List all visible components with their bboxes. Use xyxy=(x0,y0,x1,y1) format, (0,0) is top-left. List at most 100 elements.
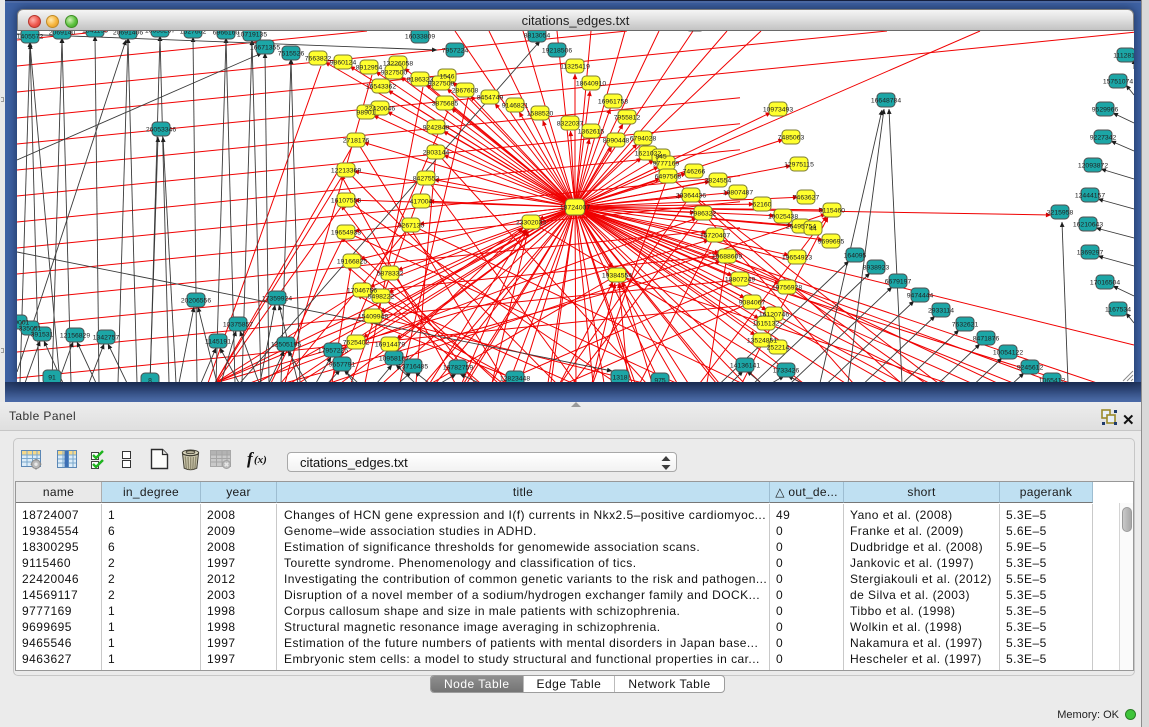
svg-text:16120746: 16120746 xyxy=(759,312,789,319)
svg-text:5878332: 5878332 xyxy=(377,271,404,278)
svg-text:(x): (x) xyxy=(254,454,267,466)
svg-text:7485063: 7485063 xyxy=(778,135,805,142)
svg-text:8471876: 8471876 xyxy=(973,336,1000,343)
svg-text:1615132: 1615132 xyxy=(753,321,780,328)
svg-text:10688609: 10688609 xyxy=(712,254,742,261)
svg-text:8: 8 xyxy=(148,378,152,383)
svg-text:62160: 62160 xyxy=(753,202,772,209)
svg-text:6966160: 6966160 xyxy=(213,31,240,37)
svg-text:8454749: 8454749 xyxy=(477,95,504,102)
svg-text:20691406: 20691406 xyxy=(113,31,143,37)
svg-text:1112815: 1112815 xyxy=(1113,53,1134,60)
svg-text:18807249: 18807249 xyxy=(725,277,755,284)
svg-text:10375857: 10375857 xyxy=(223,322,253,329)
svg-text:17957225: 17957225 xyxy=(318,348,348,355)
svg-text:1733426: 1733426 xyxy=(773,368,800,375)
svg-text:16782759: 16782759 xyxy=(443,365,473,372)
svg-text:975: 975 xyxy=(654,378,666,383)
svg-text:19756928: 19756928 xyxy=(772,285,802,292)
svg-text:1167534: 1167534 xyxy=(1105,307,1131,314)
svg-text:9242848: 9242848 xyxy=(423,125,450,132)
svg-text:9245612: 9245612 xyxy=(1017,365,1044,372)
svg-text:13524851: 13524851 xyxy=(747,338,777,345)
svg-text:44: 44 xyxy=(809,226,817,233)
svg-text:17359924: 17359924 xyxy=(262,296,292,303)
svg-text:12093872: 12093872 xyxy=(1078,163,1108,170)
svg-text:1527602: 1527602 xyxy=(180,31,207,36)
svg-text:16033809: 16033809 xyxy=(405,34,435,41)
svg-text:391531: 391531 xyxy=(31,332,54,339)
svg-text:18724007: 18724007 xyxy=(560,205,590,212)
svg-text:8427552: 8427552 xyxy=(413,176,440,183)
svg-text:10719135: 10719135 xyxy=(237,32,267,39)
svg-text:746266: 746266 xyxy=(683,169,706,176)
svg-text:1405572: 1405572 xyxy=(17,34,43,41)
svg-text:9227342: 9227342 xyxy=(1090,135,1117,142)
svg-text:164095: 164095 xyxy=(844,253,867,260)
svg-text:16210643: 16210643 xyxy=(1073,222,1103,229)
svg-text:417004: 417004 xyxy=(410,199,433,206)
svg-text:8912954: 8912954 xyxy=(356,65,383,72)
svg-text:16914479: 16914479 xyxy=(375,342,405,349)
svg-text:13226058: 13226058 xyxy=(383,61,413,68)
svg-text:6794028: 6794028 xyxy=(630,136,657,143)
svg-text:8990448: 8990448 xyxy=(603,138,630,145)
svg-text:12156829: 12156829 xyxy=(60,333,90,340)
svg-text:845: 845 xyxy=(655,154,667,161)
svg-text:7463627: 7463627 xyxy=(793,195,820,202)
svg-text:3215958: 3215958 xyxy=(1047,210,1074,217)
svg-text:9474444: 9474444 xyxy=(907,293,934,300)
svg-text:16961758: 16961758 xyxy=(598,99,628,106)
svg-text:91: 91 xyxy=(48,375,56,382)
svg-text:16543362: 16543362 xyxy=(366,84,396,91)
svg-text:9777169: 9777169 xyxy=(653,161,680,168)
svg-text:19384554: 19384554 xyxy=(602,273,632,280)
svg-text:6497568: 6497568 xyxy=(655,174,682,181)
svg-text:12975115: 12975115 xyxy=(784,162,814,169)
svg-text:7515526: 7515526 xyxy=(278,51,305,58)
svg-text:5498222: 5498222 xyxy=(368,294,395,301)
svg-text:9115460: 9115460 xyxy=(819,208,845,215)
svg-text:2069140: 2069140 xyxy=(49,31,76,37)
svg-text:7625402: 7625402 xyxy=(343,340,370,347)
svg-text:10973493: 10973493 xyxy=(763,107,793,114)
svg-text:252214: 252214 xyxy=(767,345,790,352)
svg-text:7955812: 7955812 xyxy=(614,115,641,122)
svg-text:2933114: 2933114 xyxy=(928,308,954,315)
svg-text:23302033: 23302033 xyxy=(516,220,546,227)
svg-text:12505195: 12505195 xyxy=(271,342,301,349)
svg-text:20364436: 20364436 xyxy=(676,193,706,200)
svg-text:13716485: 13716485 xyxy=(398,364,428,371)
svg-text:3824554: 3824554 xyxy=(705,178,732,185)
svg-text:1841193: 1841193 xyxy=(82,31,108,35)
svg-text:7986322: 7986322 xyxy=(690,211,717,218)
svg-text:1342757: 1342757 xyxy=(93,335,120,342)
svg-text:16107553: 16107553 xyxy=(331,198,361,205)
svg-text:9084067: 9084067 xyxy=(739,300,766,307)
svg-text:18640910: 18640910 xyxy=(576,81,606,88)
svg-text:19654923: 19654923 xyxy=(782,255,812,262)
svg-text:10807487: 10807487 xyxy=(723,190,753,197)
svg-text:8813054: 8813054 xyxy=(524,33,551,40)
svg-text:19166825: 19166825 xyxy=(337,259,367,266)
svg-text:1588520: 1588520 xyxy=(527,111,554,118)
svg-text:9529966: 9529966 xyxy=(1092,107,1119,114)
svg-text:7632621: 7632621 xyxy=(952,322,979,329)
svg-text:15751074: 15751074 xyxy=(1103,79,1133,86)
svg-text:1318: 1318 xyxy=(612,375,627,382)
svg-text:26053346: 26053346 xyxy=(146,127,176,134)
svg-text:2718176: 2718176 xyxy=(343,138,370,145)
svg-text:2867608: 2867608 xyxy=(452,88,479,95)
svg-text:98901: 98901 xyxy=(357,110,376,117)
svg-text:11325419: 11325419 xyxy=(560,64,590,71)
svg-text:8322037: 8322037 xyxy=(557,121,584,128)
svg-text:9699695: 9699695 xyxy=(818,239,845,246)
svg-text:6679197: 6679197 xyxy=(885,279,912,286)
svg-text:19218506: 19218506 xyxy=(542,48,572,55)
svg-text:20206556: 20206556 xyxy=(181,298,211,305)
svg-text:15720407: 15720407 xyxy=(700,233,730,240)
svg-text:9327508: 9327508 xyxy=(428,81,455,88)
svg-text:17016504: 17016504 xyxy=(1090,280,1120,287)
svg-text:19654933: 19654933 xyxy=(331,230,361,237)
svg-text:8938923: 8938923 xyxy=(863,265,890,272)
